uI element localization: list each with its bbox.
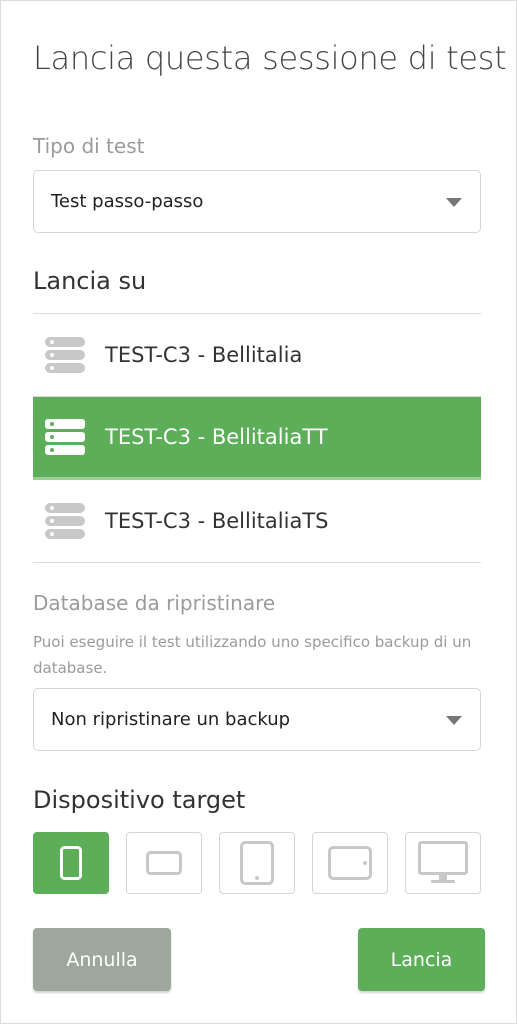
device-option-tablet-landscape[interactable] xyxy=(312,832,388,894)
server-icon xyxy=(45,337,85,373)
device-option-phone-landscape[interactable] xyxy=(126,832,202,894)
launch-on-label: Lancia su xyxy=(33,267,147,295)
database-value: Non ripristinare un backup xyxy=(51,709,291,730)
server-icon xyxy=(45,419,85,455)
test-type-select[interactable]: Test passo-passo xyxy=(33,170,481,233)
launch-session-dialog: Lancia questa sessione di test Tipo di t… xyxy=(0,0,517,1024)
tablet-landscape-icon xyxy=(328,846,372,880)
chevron-down-icon xyxy=(446,716,462,725)
desktop-monitor-icon xyxy=(418,841,468,883)
test-type-label: Tipo di test xyxy=(33,134,145,158)
device-label: Dispositivo target xyxy=(33,786,246,814)
server-name: TEST-C3 - BellitaliaTS xyxy=(105,509,329,533)
tablet-portrait-icon xyxy=(240,841,274,885)
server-name: TEST-C3 - BellitaliaTT xyxy=(105,425,328,449)
device-option-desktop[interactable] xyxy=(405,832,481,894)
server-item-bellitaliats[interactable]: TEST-C3 - BellitaliaTS xyxy=(33,480,481,563)
server-name: TEST-C3 - Bellitalia xyxy=(105,343,303,367)
phone-portrait-icon xyxy=(60,846,82,880)
device-selector xyxy=(33,832,481,894)
database-hint: Puoi eseguire il test utilizzando uno sp… xyxy=(33,633,472,677)
test-type-value: Test passo-passo xyxy=(51,191,204,212)
device-option-phone-portrait[interactable] xyxy=(33,832,109,894)
server-icon xyxy=(45,503,85,539)
launch-button[interactable]: Lancia xyxy=(358,928,485,991)
cancel-button[interactable]: Annulla xyxy=(33,928,171,991)
server-item-bellitaliatt[interactable]: TEST-C3 - BellitaliaTT xyxy=(33,397,481,480)
phone-landscape-icon xyxy=(146,851,182,875)
database-select[interactable]: Non ripristinare un backup xyxy=(33,688,481,751)
dialog-title: Lancia questa sessione di test xyxy=(33,39,507,77)
database-label: Database da ripristinare xyxy=(33,591,276,615)
server-item-bellitalia[interactable]: TEST-C3 - Bellitalia xyxy=(33,314,481,397)
chevron-down-icon xyxy=(446,198,462,207)
device-option-tablet-portrait[interactable] xyxy=(219,832,295,894)
server-list: TEST-C3 - Bellitalia TEST-C3 - Bellitali… xyxy=(33,314,481,563)
